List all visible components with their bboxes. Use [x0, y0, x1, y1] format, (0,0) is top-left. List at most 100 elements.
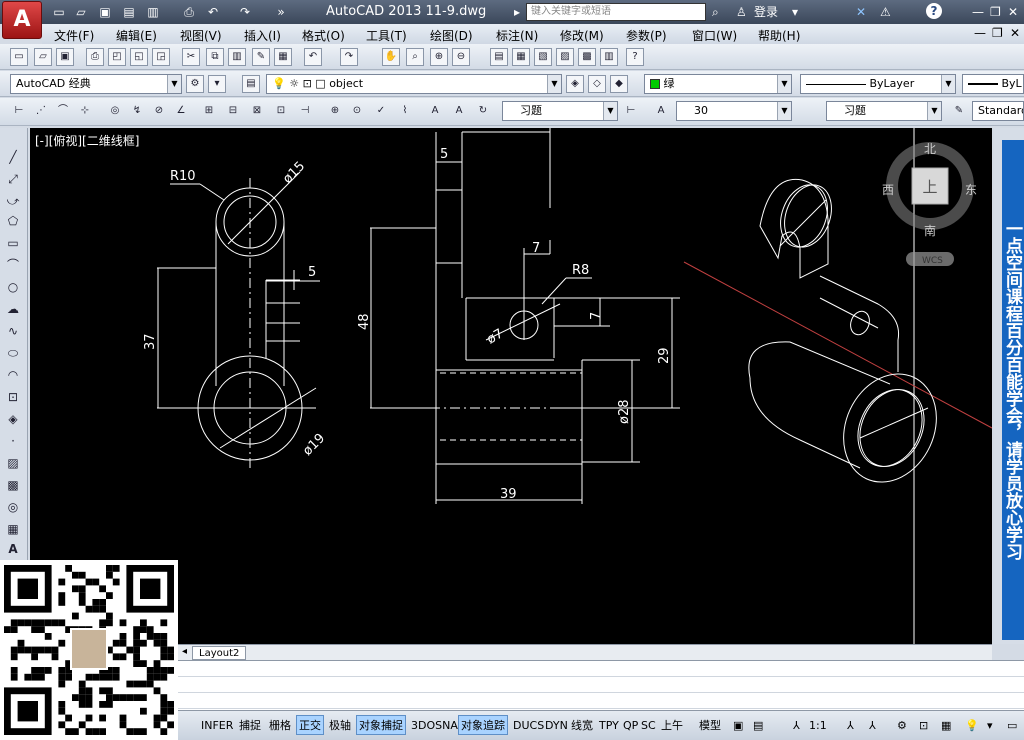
baseline-dim-icon[interactable]: ⊟: [224, 102, 242, 120]
menu-modify[interactable]: 修改(M): [560, 27, 604, 44]
gradient-icon[interactable]: ▩: [4, 476, 22, 494]
menu-file[interactable]: 文件(F): [54, 27, 94, 44]
sheet-set-icon[interactable]: ▨: [556, 48, 574, 66]
search-input[interactable]: 键入关键字或短语: [526, 3, 706, 21]
center-mark-icon[interactable]: ⊙: [348, 102, 366, 120]
menu-format[interactable]: 格式(O): [302, 27, 345, 44]
dim-text-edit-icon[interactable]: A: [450, 102, 468, 120]
status-model[interactable]: 模型: [696, 715, 724, 735]
workspace-switch-icon[interactable]: ⚙: [894, 715, 910, 735]
menu-tools[interactable]: 工具(T): [366, 27, 407, 44]
undo-icon[interactable]: ↶: [204, 3, 222, 21]
menu-help[interactable]: 帮助(H): [758, 27, 800, 44]
hardware-acceleration-icon[interactable]: ▦: [938, 715, 954, 735]
table-icon[interactable]: ▦: [4, 520, 22, 538]
layer-previous-icon[interactable]: ◇: [588, 75, 606, 93]
text-style-select[interactable]: 习题 ▼: [826, 101, 942, 121]
jogged-dim-icon[interactable]: ↯: [128, 102, 146, 120]
dim-update-icon[interactable]: ↻: [474, 102, 492, 120]
design-center-icon[interactable]: ▦: [512, 48, 530, 66]
point-icon[interactable]: ·: [4, 432, 22, 450]
revcloud-icon[interactable]: ☁: [4, 300, 22, 318]
more-icon[interactable]: »: [272, 3, 290, 21]
status-dyn[interactable]: DYN: [542, 715, 571, 735]
login-button[interactable]: 登录: [754, 3, 778, 21]
save-as-icon[interactable]: ▤: [120, 3, 138, 21]
table-style-select[interactable]: Standard: [972, 101, 1024, 121]
print-icon[interactable]: ⎙: [180, 3, 198, 21]
status-ortho[interactable]: 正交: [296, 715, 324, 735]
dim-break-icon[interactable]: ⊣: [296, 102, 314, 120]
status-menu-icon[interactable]: ▾: [984, 715, 996, 735]
text-height-select[interactable]: 30 ▼: [676, 101, 792, 121]
lineweight-select[interactable]: ByL: [962, 74, 1024, 94]
region-icon[interactable]: ◎: [4, 498, 22, 516]
isolate-objects-icon[interactable]: 💡: [962, 715, 982, 735]
angular-dim-icon[interactable]: ∠: [172, 102, 190, 120]
circle-icon[interactable]: ○: [4, 278, 22, 296]
publish-icon[interactable]: ▥: [144, 3, 162, 21]
zoom-window-icon[interactable]: ⊕: [430, 48, 448, 66]
close-icon[interactable]: ✕: [1008, 3, 1018, 21]
status-snap[interactable]: 捕捉: [236, 715, 264, 735]
quick-dim-icon[interactable]: ⊞: [200, 102, 218, 120]
new-icon[interactable]: ▭: [10, 48, 28, 66]
open-icon[interactable]: ▱: [34, 48, 52, 66]
construction-line-icon[interactable]: ⤢: [4, 170, 22, 188]
polyline-icon[interactable]: ⤻: [4, 192, 22, 210]
radius-dim-icon[interactable]: ◎: [106, 102, 124, 120]
user-icon[interactable]: ♙: [736, 3, 747, 21]
annotation-visibility-icon[interactable]: ⅄: [844, 715, 857, 735]
save-icon[interactable]: ▣: [56, 48, 74, 66]
doc-close-icon[interactable]: ✕: [1010, 26, 1020, 40]
binoculars-icon[interactable]: ⌕: [712, 3, 719, 21]
command-line[interactable]: [178, 660, 1024, 710]
status-otrack[interactable]: 对象追踪: [458, 715, 508, 735]
menu-draw[interactable]: 绘图(D): [430, 27, 473, 44]
color-select[interactable]: 绿 ▼: [644, 74, 792, 94]
dim-edit-icon[interactable]: A: [426, 102, 444, 120]
command-input[interactable]: [178, 693, 1024, 709]
status-tpy[interactable]: TPY: [596, 715, 622, 735]
publish-icon[interactable]: ◱: [130, 48, 148, 66]
rectangle-icon[interactable]: ▭: [4, 234, 22, 252]
minimize-icon[interactable]: —: [972, 3, 984, 21]
ellipse-arc-icon[interactable]: ◠: [4, 366, 22, 384]
help-icon[interactable]: ?: [926, 3, 942, 19]
redo-icon[interactable]: ↷: [340, 48, 358, 66]
dim-style-select[interactable]: 习题 ▼: [502, 101, 618, 121]
clean-screen-icon[interactable]: ▭: [1004, 715, 1020, 735]
new-icon[interactable]: ▭: [50, 3, 68, 21]
insert-block-icon[interactable]: ⊡: [4, 388, 22, 406]
arc-length-icon[interactable]: ⌒: [54, 102, 72, 120]
menu-edit[interactable]: 编辑(E): [116, 27, 157, 44]
menu-window[interactable]: 窗口(W): [692, 27, 737, 44]
doc-minimize-icon[interactable]: —: [974, 26, 986, 40]
tool-palettes-icon[interactable]: ▧: [534, 48, 552, 66]
linetype-select[interactable]: ByLayer ▼: [800, 74, 956, 94]
tab-scroll-icon[interactable]: ◂: [182, 646, 187, 657]
continue-dim-icon[interactable]: ⊠: [248, 102, 266, 120]
paste-icon[interactable]: ▥: [228, 48, 246, 66]
viewport-controls-label[interactable]: [-][俯视][二维线框]: [35, 132, 139, 149]
menu-view[interactable]: 视图(V): [180, 27, 222, 44]
properties-icon[interactable]: ▤: [490, 48, 508, 66]
annotation-scale-icon[interactable]: ⅄: [790, 715, 803, 735]
arc-icon[interactable]: ⌒: [4, 256, 22, 274]
lock-icon[interactable]: ⊡: [916, 715, 931, 735]
status-grid[interactable]: 栅格: [266, 715, 294, 735]
save-icon[interactable]: ▣: [96, 3, 114, 21]
quick-view-layouts-icon[interactable]: ▣: [730, 715, 746, 735]
viewcube[interactable]: 上 北 南 东 西 WCS: [882, 142, 977, 266]
linear-dim-icon[interactable]: ⊢: [10, 102, 28, 120]
annotation-scale[interactable]: 1:1: [806, 715, 830, 735]
hatch-icon[interactable]: ▨: [4, 454, 22, 472]
restore-icon[interactable]: ❐: [990, 3, 1001, 21]
copy-icon[interactable]: ⧉: [206, 48, 224, 66]
plot-icon[interactable]: ⎙: [86, 48, 104, 66]
polygon-icon[interactable]: ⬠: [4, 212, 22, 230]
cut-icon[interactable]: ✂: [182, 48, 200, 66]
workspace-flyout-icon[interactable]: ▾: [208, 75, 226, 93]
text-style-icon[interactable]: A: [652, 102, 670, 120]
tolerance-icon[interactable]: ⊕: [326, 102, 344, 120]
